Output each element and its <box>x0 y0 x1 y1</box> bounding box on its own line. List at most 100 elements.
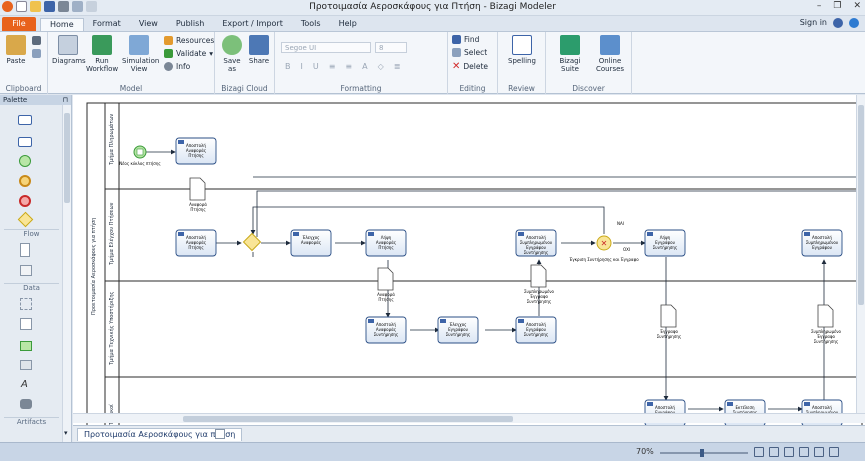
document-d2[interactable]: ΑναφοράΠτήσης <box>377 267 395 302</box>
align-left-icon[interactable]: ≡ <box>329 62 336 71</box>
tab-view[interactable]: View <box>130 18 167 31</box>
text-icon[interactable]: A <box>21 379 28 390</box>
header-icon[interactable] <box>20 341 32 351</box>
user-icon[interactable] <box>833 18 843 28</box>
delete-button[interactable]: ✕ Delete <box>452 61 488 72</box>
maximize-button[interactable]: ❐ <box>833 1 841 11</box>
info-button[interactable]: Info <box>164 62 190 71</box>
data-object-icon[interactable] <box>20 243 30 257</box>
cut-icon[interactable] <box>32 36 41 45</box>
minimize-button[interactable]: – <box>817 1 822 11</box>
task-t7[interactable]: ΛήψηΕγγράφουΣυντήρησης <box>644 229 686 257</box>
fit-width-icon[interactable] <box>769 447 779 457</box>
run-workflow-button[interactable]: Run Workflow <box>86 35 118 73</box>
palette-scrollbar[interactable] <box>62 105 71 442</box>
find-button[interactable]: Find <box>452 35 479 44</box>
horizontal-scrollbar[interactable] <box>73 413 865 423</box>
bold-icon[interactable]: B <box>285 62 291 71</box>
tab-format[interactable]: Format <box>84 18 130 31</box>
tab-help[interactable]: Help <box>330 18 366 31</box>
clipboard-group: Paste Clipboard <box>0 32 48 94</box>
bizagi-suite-icon <box>560 35 580 55</box>
close-button[interactable]: ✕ <box>853 1 861 11</box>
task-t4[interactable]: ΛήψηΑναφοράςΠτήσης <box>365 229 407 257</box>
x-icon: ✕ <box>601 239 608 248</box>
task-t5[interactable]: ΑποστολήΑναφοράςΣυντήρησης <box>365 316 407 344</box>
task-t8[interactable]: ΑποστολήΕγγράφουΣυντήρησης <box>515 316 557 344</box>
formatting-group: Segoe UI 8 B I U ≡ ≡ A ◇ ≣ Formatting <box>275 32 448 94</box>
start-event-icon[interactable] <box>19 155 31 167</box>
paste-icon <box>6 35 26 55</box>
task-t9[interactable]: ΈλεγχοςΕγγράφουΣυντήρησης <box>437 316 479 344</box>
tab-export-import[interactable]: Export / Import <box>213 18 292 31</box>
select-button[interactable]: Select <box>452 48 487 57</box>
task-type-icon <box>647 402 653 406</box>
task-type-icon <box>368 319 374 323</box>
image-icon[interactable] <box>20 360 32 370</box>
tab-home[interactable]: Home <box>40 18 84 31</box>
font-size-select[interactable]: 8 <box>375 42 407 53</box>
italic-icon[interactable]: I <box>301 62 303 71</box>
annotation-icon[interactable] <box>20 318 32 330</box>
tab-publish[interactable]: Publish <box>167 18 214 31</box>
zoom-slider[interactable] <box>660 449 748 457</box>
validate-button[interactable]: Validate ▾ <box>164 49 213 58</box>
end-event-icon[interactable] <box>19 195 31 207</box>
task-type-icon <box>178 232 184 236</box>
tab-dropdown-icon[interactable]: ▾ <box>64 429 68 437</box>
task-t2[interactable]: ΑποστολήΑναφοράςΠτήσης <box>175 229 217 257</box>
group-icon[interactable] <box>20 298 32 310</box>
bpmn-diagram: Προετοιμασία Αεροσκάφους για πτήση Τμήμα… <box>86 102 863 430</box>
font-color-icon[interactable]: A <box>362 62 367 71</box>
resources-icon <box>164 36 173 45</box>
subprocess-shape-icon[interactable] <box>18 137 32 147</box>
document-d1[interactable]: ΑναφοράΠτήσης <box>189 177 207 212</box>
pin-icon[interactable]: ⊓ <box>63 95 68 105</box>
grid-icon[interactable] <box>784 447 794 457</box>
task-label-line: Συντήρησης <box>524 250 549 255</box>
presentation-icon[interactable] <box>814 447 824 457</box>
font-name-select[interactable]: Segoe UI <box>281 42 371 53</box>
task-shape-icon[interactable] <box>18 115 32 125</box>
task-label-line: Συντήρησης <box>374 332 399 337</box>
vertical-scrollbar[interactable] <box>856 95 865 413</box>
tab-tools[interactable]: Tools <box>292 18 330 31</box>
intermediate-event-icon[interactable] <box>19 175 31 187</box>
cursor-icon <box>452 48 461 57</box>
align-center-icon[interactable]: ≡ <box>345 62 352 71</box>
diagrams-button[interactable]: Diagrams <box>52 35 86 65</box>
task-t6[interactable]: ΑποστολήΣυμπληρωμένουΕγγράφουΣυντήρησης <box>515 229 557 257</box>
bizagi-suite-button[interactable]: Bizagi Suite <box>550 35 590 73</box>
file-tab[interactable]: File <box>2 17 36 31</box>
paste-button[interactable]: Paste <box>4 35 28 65</box>
help-icon[interactable] <box>849 18 859 28</box>
simulation-view-button[interactable]: Simulation View <box>122 35 159 73</box>
online-courses-button[interactable]: Online Courses <box>592 35 628 73</box>
copy-icon[interactable] <box>32 49 41 58</box>
bizagi-cloud-group: Save as Share Bizagi Cloud <box>215 32 275 94</box>
view-mode-icon[interactable] <box>829 447 839 457</box>
palette-section-artifacts: Artifacts <box>4 417 59 426</box>
custom-shape-icon[interactable] <box>20 399 32 409</box>
underline-icon[interactable]: U <box>313 62 319 71</box>
diagram-canvas[interactable]: Προετοιμασία Αεροσκάφους για πτήση Τμήμα… <box>73 95 865 430</box>
task-t1[interactable]: ΑποστολήΑναφοράςΠτήσης <box>175 137 217 165</box>
gateway-icon[interactable] <box>17 211 34 228</box>
fill-color-icon[interactable]: ◇ <box>378 62 384 71</box>
full-screen-icon[interactable] <box>799 447 809 457</box>
task-label-line: Πτήσης <box>188 245 203 250</box>
save-as-button[interactable]: Save as <box>219 35 245 73</box>
line-style-icon[interactable]: ≣ <box>394 62 401 71</box>
spelling-button[interactable]: Spelling <box>506 35 538 65</box>
cloud-save-icon <box>222 35 242 55</box>
task-t10[interactable]: ΑποστολήΣυμπληρωμένουΕγγράφου <box>801 229 843 257</box>
share-button[interactable]: Share <box>247 35 271 65</box>
task-t3[interactable]: ΈλεγχοςΑναφοράς <box>290 229 332 257</box>
resources-button[interactable]: Resources <box>164 36 214 45</box>
lane-label: Τμήμα Ελέγχου Πτήσεων <box>108 202 115 266</box>
sign-in-link[interactable]: Sign in <box>800 18 827 28</box>
fit-page-icon[interactable] <box>754 447 764 457</box>
new-diagram-icon[interactable] <box>215 429 225 439</box>
data-store-icon[interactable] <box>20 265 32 276</box>
palette-panel: Palette ⊓ Flow Data A Artifacts <box>0 95 72 442</box>
